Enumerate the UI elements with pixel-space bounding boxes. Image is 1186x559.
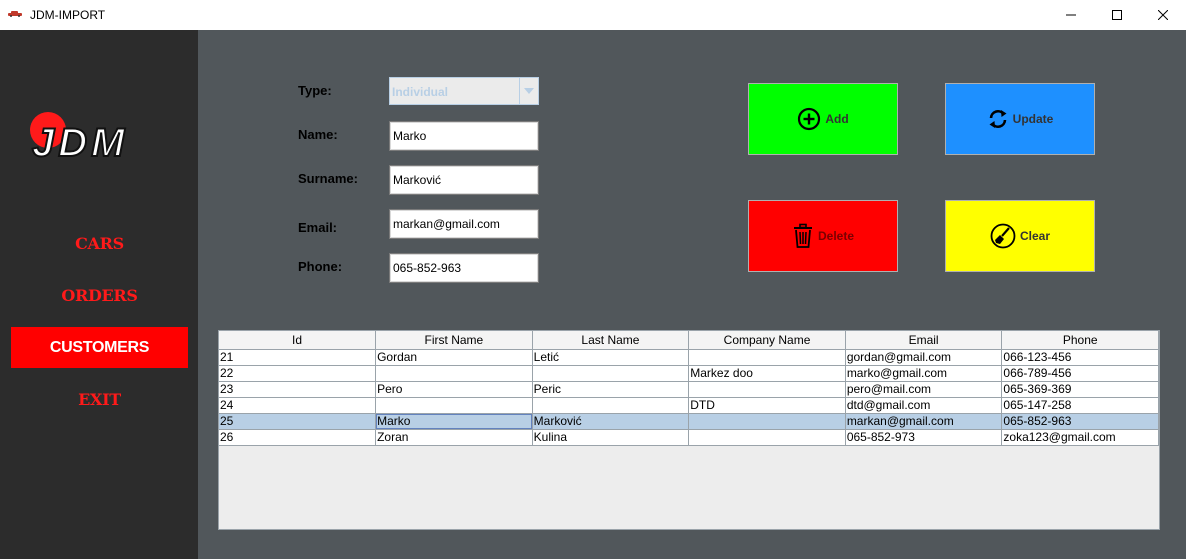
table-cell[interactable]: zoka123@gmail.com [1001,429,1159,446]
add-button-label: Add [825,112,849,126]
table-cell[interactable]: markan@gmail.com [845,413,1003,430]
table-cell[interactable] [688,381,846,398]
table-cell[interactable]: Pero [375,381,533,398]
maximize-icon [1112,10,1122,20]
sidebar-item-customers[interactable]: CUSTOMERS [11,327,188,368]
table-cell[interactable] [688,429,846,446]
table-cell[interactable]: Markez doo [688,365,846,382]
trash-icon [793,223,812,248]
table-cell[interactable]: 066-789-456 [1001,365,1159,382]
logo-text: JDM [32,121,128,164]
table-cell-focused[interactable]: Marko [375,413,533,430]
table-row[interactable]: 21 Gordan Letić gordan@gmail.com 066-123… [219,349,1159,366]
close-icon [1158,10,1168,20]
table-cell[interactable] [532,397,690,414]
sidebar: JDM CARS ORDERS CUSTOMERS EXIT [0,30,198,559]
table-cell[interactable]: gordan@gmail.com [845,349,1003,366]
delete-button[interactable]: Delete [748,200,898,272]
clear-button[interactable]: Clear [945,200,1095,272]
delete-button-label: Delete [817,229,855,243]
sidebar-item-cars[interactable]: CARS [11,223,188,264]
table-row[interactable]: 26 Zoran Kulina 065-852-973 zoka123@gmai… [219,429,1159,446]
type-select-value: Individual [392,85,449,99]
column-header-company-name[interactable]: Company Name [688,331,846,350]
car-icon [8,11,22,17]
close-button[interactable] [1140,0,1186,30]
maximize-button[interactable] [1094,0,1140,30]
table-cell[interactable]: Marković [532,413,690,430]
table-row[interactable]: 22 Markez doo marko@gmail.com 066-789-45… [219,365,1159,382]
sidebar-item-exit[interactable]: EXIT [11,379,188,420]
table-cell[interactable]: Zoran [375,429,533,446]
table-cell[interactable]: 065-369-369 [1001,381,1159,398]
table-cell[interactable]: 25 [219,413,377,430]
update-button[interactable]: Update [945,83,1095,155]
window-titlebar: JDM-IMPORT [0,0,1186,30]
table-row[interactable]: 23 Pero Peric pero@mail.com 065-369-369 [219,381,1159,398]
table-cell[interactable]: dtd@gmail.com [845,397,1003,414]
table-cell[interactable]: pero@mail.com [845,381,1003,398]
main-panel: Type: Individual Name: Marko Surname: Ma… [198,30,1186,559]
broom-icon [990,223,1016,249]
name-field[interactable]: Marko [389,121,539,151]
sidebar-item-orders[interactable]: ORDERS [11,275,188,316]
table-cell[interactable]: 065-852-963 [1001,413,1159,430]
update-button-label: Update [1012,112,1054,126]
minimize-button[interactable] [1048,0,1094,30]
phone-field[interactable]: 065-852-963 [389,253,539,283]
table-cell[interactable]: Peric [532,381,690,398]
column-header-last-name[interactable]: Last Name [532,331,690,350]
surname-label: Surname: [298,171,358,186]
table-header: Id First Name Last Name Company Name Ema… [219,331,1159,350]
table-cell[interactable]: Letić [532,349,690,366]
table-cell[interactable] [375,365,533,382]
refresh-icon [989,110,1007,128]
table-cell[interactable] [532,365,690,382]
table-cell[interactable]: DTD [688,397,846,414]
table-cell[interactable]: Kulina [532,429,690,446]
table-row[interactable]: 24 DTD dtd@gmail.com 065-147-258 [219,397,1159,414]
table-cell[interactable]: 066-123-456 [1001,349,1159,366]
table-cell[interactable]: 21 [219,349,377,366]
type-label: Type: [298,83,332,98]
column-header-id[interactable]: Id [219,331,377,350]
column-header-email[interactable]: Email [845,331,1003,350]
table-cell[interactable]: 24 [219,397,377,414]
type-select[interactable]: Individual [389,77,539,105]
table-cell[interactable]: 065-852-973 [845,429,1003,446]
column-header-phone[interactable]: Phone [1001,331,1159,350]
column-header-first-name[interactable]: First Name [375,331,533,350]
table-cell[interactable]: 22 [219,365,377,382]
table-cell[interactable] [375,397,533,414]
table-cell[interactable]: 065-147-258 [1001,397,1159,414]
add-button[interactable]: Add [748,83,898,155]
email-label: Email: [298,220,338,235]
minimize-icon [1066,14,1076,16]
table-cell[interactable]: 23 [219,381,377,398]
surname-field[interactable]: Marković [389,165,539,195]
clear-button-label: Clear [1019,229,1051,243]
email-field[interactable]: markan@gmail.com [389,209,539,239]
plus-circle-icon [798,107,821,131]
table-cell[interactable]: 26 [219,429,377,446]
table-cell[interactable] [688,349,846,366]
customers-table[interactable]: Id First Name Last Name Company Name Ema… [218,330,1160,530]
table-cell[interactable]: marko@gmail.com [845,365,1003,382]
chevron-down-icon[interactable] [519,78,538,104]
table-row-selected[interactable]: 25 Marko Marković markan@gmail.com 065-8… [219,413,1159,430]
phone-label: Phone: [298,259,343,274]
name-label: Name: [298,127,338,142]
jdm-logo: JDM [30,112,128,164]
table-cell[interactable]: Gordan [375,349,533,366]
table-cell[interactable] [688,413,846,430]
window-title: JDM-IMPORT [30,8,106,22]
